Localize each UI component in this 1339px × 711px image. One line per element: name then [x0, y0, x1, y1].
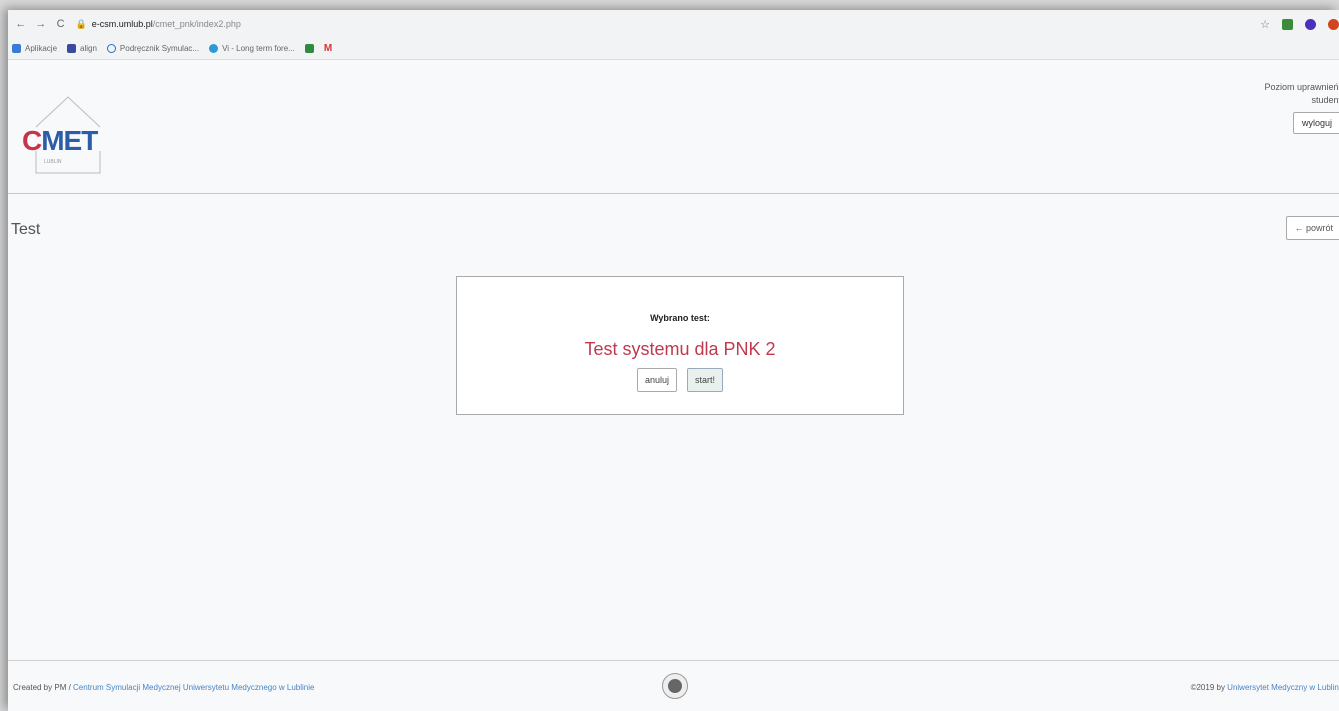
sheets-icon: [304, 44, 314, 53]
extension-icons: ☆: [1260, 18, 1339, 31]
lock-icon: 🔒: [75, 18, 87, 29]
start-button[interactable]: start!: [687, 368, 724, 392]
bookmark-label: Vi - Long term fore...: [222, 44, 295, 53]
eagle-icon: [668, 679, 682, 693]
bookmark-label: Podręcznik Symulac...: [119, 44, 200, 53]
apps-grid-icon: [12, 44, 21, 53]
site-header: CMET LUBLIN Poziom uprawnień: student wy…: [8, 61, 1339, 194]
cmet-logo[interactable]: CMET LUBLIN: [18, 89, 118, 179]
logo-subtext: LUBLIN: [44, 159, 62, 165]
footer-credits: Created by PM / Centrum Symulacji Medycz…: [13, 683, 314, 692]
extension-icon[interactable]: [1328, 18, 1339, 30]
reload-icon[interactable]: C: [54, 18, 68, 30]
card-actions: anuluj start!: [457, 368, 903, 392]
bookmark-sheets[interactable]: [304, 44, 314, 53]
user-role: student: [1311, 95, 1339, 105]
page-title: Test: [11, 221, 41, 238]
selected-test-name: Test systemu dla PNK 2: [584, 339, 776, 359]
browser-window: ← → C 🔒 e-csm.umlub.pl /cmet_pnk/index2.…: [8, 10, 1339, 711]
university-emblem-icon: [662, 673, 688, 699]
bookmark-label: align: [80, 44, 97, 53]
logout-button[interactable]: wyloguj: [1292, 112, 1339, 134]
back-button[interactable]: ← powrót: [1286, 216, 1339, 240]
user-panel: Poziom uprawnień: student wyloguj: [1264, 81, 1339, 134]
bookmark-star-icon[interactable]: ☆: [1260, 18, 1270, 31]
bookmark-apps[interactable]: Aplikacje: [12, 44, 57, 53]
url-host: e-csm.umlub.pl: [91, 19, 153, 29]
site-footer: Created by PM / Centrum Symulacji Medycz…: [8, 660, 1339, 711]
logo-wordmark: CMET: [22, 125, 98, 156]
bookmark-podrecznik[interactable]: Podręcznik Symulac...: [106, 44, 200, 53]
bookmark-gmail[interactable]: M: [324, 43, 332, 54]
bookmarks-bar: Aplikacje align Podręcznik Symulac... Vi…: [8, 38, 1339, 60]
url-field[interactable]: 🔒 e-csm.umlub.pl /cmet_pnk/index2.php: [75, 14, 1253, 34]
bookmark-long-term[interactable]: Vi - Long term fore...: [209, 44, 295, 53]
gmail-icon: M: [323, 43, 333, 54]
bookmark-favicon-icon: [209, 44, 219, 53]
selected-test-card: Wybrano test: Test systemu dla PNK 2 anu…: [456, 276, 904, 415]
footer-copyright-text: ©2019 by: [1190, 683, 1228, 692]
user-level-label: Poziom uprawnień:: [1264, 82, 1339, 92]
cancel-button[interactable]: anuluj: [636, 368, 677, 392]
url-path: /cmet_pnk/index2.php: [152, 19, 241, 29]
footer-copyright: ©2019 by Uniwersytet Medyczny w Lublinie: [1191, 683, 1339, 692]
footer-created-by: Created by PM /: [13, 683, 74, 692]
bookmark-favicon-icon: [106, 44, 116, 53]
bookmark-align[interactable]: align: [67, 44, 97, 53]
footer-university-link[interactable]: Uniwersytet Medyczny w Lublinie: [1227, 683, 1339, 692]
extension-icon[interactable]: [1282, 18, 1293, 30]
address-bar: ← → C 🔒 e-csm.umlub.pl /cmet_pnk/index2.…: [8, 10, 1339, 38]
back-arrow-icon[interactable]: ←: [14, 18, 28, 30]
bookmark-favicon-icon: [67, 44, 77, 53]
selected-test-label: Wybrano test:: [650, 313, 710, 323]
bookmark-label: Aplikacje: [25, 44, 58, 53]
footer-centre-link[interactable]: Centrum Symulacji Medycznej Uniwersytetu…: [73, 683, 314, 692]
forward-arrow-icon[interactable]: →: [34, 18, 48, 30]
profile-avatar-icon[interactable]: [1305, 18, 1316, 30]
